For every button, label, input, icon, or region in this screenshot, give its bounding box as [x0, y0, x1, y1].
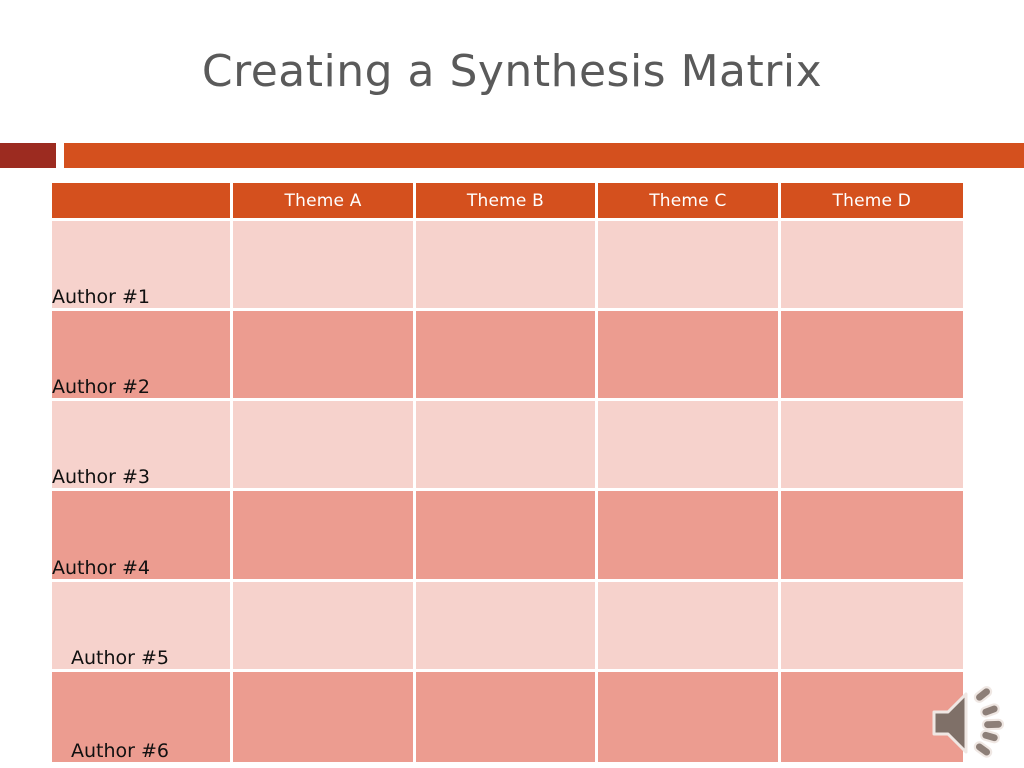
table-row: Author #3: [52, 401, 963, 492]
matrix-cell[interactable]: [415, 491, 599, 582]
matrix-cell[interactable]: [415, 671, 599, 762]
matrix-cell[interactable]: [598, 671, 781, 762]
divider-bar: [0, 143, 1024, 168]
header-row: Theme A Theme B Theme C Theme D: [52, 183, 963, 221]
row-header-author-4: Author #4: [52, 491, 234, 582]
matrix-cell[interactable]: [415, 311, 599, 402]
matrix-cell[interactable]: [780, 491, 963, 582]
matrix-cell[interactable]: [780, 221, 963, 312]
page-title: Creating a Synthesis Matrix: [201, 46, 823, 97]
matrix-cell[interactable]: [415, 401, 599, 492]
matrix-cell[interactable]: [780, 311, 963, 402]
table-row: Author #2: [52, 311, 963, 402]
matrix-header: Theme A Theme B Theme C Theme D: [52, 183, 963, 221]
matrix-table: Theme A Theme B Theme C Theme D Author #…: [52, 183, 963, 762]
synthesis-matrix: Theme A Theme B Theme C Theme D Author #…: [52, 183, 963, 762]
column-header-theme-a: Theme A: [233, 183, 416, 221]
matrix-cell[interactable]: [233, 221, 416, 312]
matrix-cell[interactable]: [233, 491, 416, 582]
divider-accent-stripe: [64, 143, 1024, 168]
row-header-author-5: Author #5: [52, 581, 234, 672]
matrix-cell[interactable]: [598, 491, 781, 582]
matrix-cell[interactable]: [233, 671, 416, 762]
column-header-theme-d: Theme D: [780, 183, 963, 221]
table-row: Author #6: [52, 671, 963, 762]
matrix-cell[interactable]: [780, 401, 963, 492]
speaker-icon[interactable]: [926, 682, 1012, 764]
table-row: Author #5: [52, 581, 963, 672]
table-row: Author #1: [52, 221, 963, 312]
row-header-author-3: Author #3: [52, 401, 234, 492]
matrix-cell[interactable]: [598, 401, 781, 492]
divider-accent-block: [0, 143, 56, 168]
column-header-theme-b: Theme B: [415, 183, 599, 221]
column-header-theme-c: Theme C: [598, 183, 781, 221]
row-header-author-1: Author #1: [52, 221, 234, 312]
matrix-cell[interactable]: [233, 581, 416, 672]
row-header-author-2: Author #2: [52, 311, 234, 402]
matrix-cell[interactable]: [598, 581, 781, 672]
matrix-cell[interactable]: [233, 311, 416, 402]
matrix-corner-cell: [52, 183, 234, 221]
matrix-cell[interactable]: [598, 221, 781, 312]
matrix-cell[interactable]: [415, 221, 599, 312]
matrix-body: Author #1 Author #2 Author #3 Author #4 …: [52, 221, 963, 762]
matrix-cell[interactable]: [780, 581, 963, 672]
table-row: Author #4: [52, 491, 963, 582]
row-header-author-6: Author #6: [52, 671, 234, 762]
matrix-cell[interactable]: [598, 311, 781, 402]
matrix-cell[interactable]: [233, 401, 416, 492]
matrix-cell[interactable]: [415, 581, 599, 672]
